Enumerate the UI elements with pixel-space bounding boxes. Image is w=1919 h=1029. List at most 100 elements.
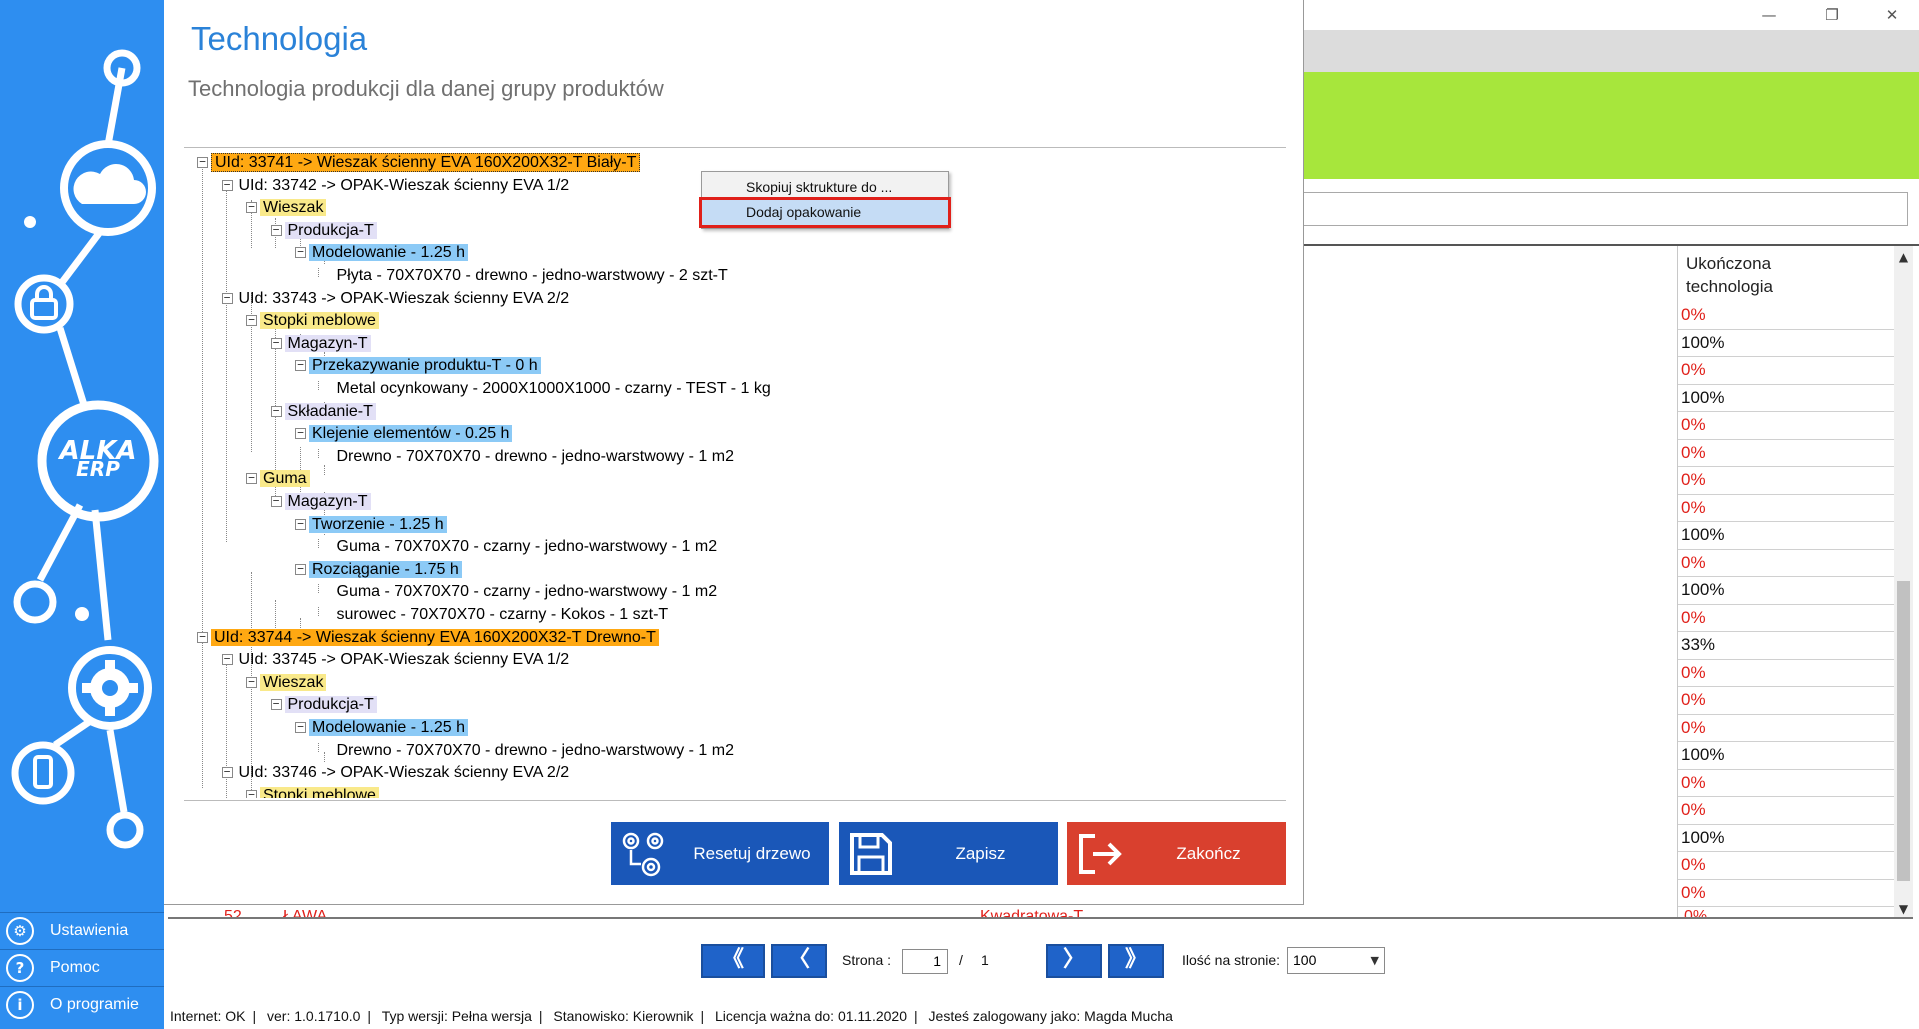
next-page-button[interactable]: 〉 [1046, 944, 1102, 978]
tree-node[interactable]: Składanie-T [284, 402, 376, 422]
collapse-icon[interactable]: − [295, 518, 306, 530]
tree-node[interactable]: Drewno - 70X70X70 - drewno - jedno-warst… [334, 741, 738, 761]
collapse-icon[interactable]: − [246, 789, 257, 798]
tree-node[interactable]: Modelowanie - 1.25 h [309, 243, 468, 263]
collapse-icon[interactable]: − [246, 676, 257, 688]
tree-node[interactable]: Stopki meblowe [260, 311, 379, 331]
table-row[interactable]: 0% [1678, 467, 1894, 495]
close-window-button[interactable]: ✕ [1869, 2, 1915, 28]
collapse-icon[interactable]: − [295, 246, 306, 259]
filter-input[interactable] [1300, 192, 1908, 226]
table-row[interactable]: 0% [1678, 302, 1894, 330]
table-row[interactable]: 0% [1678, 880, 1894, 907]
collapse-icon[interactable]: − [270, 405, 282, 417]
grid-scrollbar[interactable]: ▲ ▼ [1894, 246, 1913, 918]
table-row[interactable]: 0% [1678, 550, 1894, 577]
menu-item-copy-structure[interactable]: Skopiuj sktrukture do ... [702, 175, 948, 200]
scroll-down-icon[interactable]: ▼ [1894, 900, 1913, 918]
tree-node[interactable]: UId: 33745 -> OPAK-Wieszak ścienny EVA 1… [236, 650, 573, 670]
collapse-icon[interactable]: − [295, 427, 306, 440]
prev-page-button[interactable]: 〈 [771, 944, 827, 978]
tree-node[interactable]: Produkcja-T [284, 221, 377, 241]
close-dialog-button[interactable]: Zakończ [1067, 822, 1286, 885]
last-page-button[interactable]: 》 [1108, 944, 1164, 978]
tree-node[interactable]: Tworzenie - 1.25 h [309, 515, 447, 535]
tree-node[interactable]: Guma - 70X70X70 - czarny - jedno-warstwo… [334, 582, 721, 602]
table-row[interactable]: 0% [1678, 687, 1894, 715]
table-row[interactable]: 100% [1678, 522, 1894, 550]
collapse-icon[interactable]: − [221, 653, 233, 666]
phone-icon[interactable] [11, 741, 75, 805]
collapse-icon[interactable]: − [295, 359, 306, 372]
table-row[interactable]: 0% [1678, 357, 1894, 385]
tree-node[interactable]: Guma [260, 469, 310, 489]
tree-node[interactable]: Klejenie elementów - 0.25 h [309, 424, 513, 444]
collapse-icon[interactable]: − [270, 495, 282, 507]
collapse-icon[interactable]: − [197, 631, 208, 643]
technology-tree[interactable]: − UId: 33741 -> Wieszak ścienny EVA 160X2… [184, 152, 1286, 798]
per-page-select[interactable]: 100 ▼ [1287, 947, 1385, 974]
save-button[interactable]: Zapisz [839, 822, 1058, 885]
collapse-icon[interactable]: − [221, 179, 233, 191]
gear-icon[interactable] [68, 646, 152, 730]
tree-node[interactable]: Płyta - 70X70X70 - drewno - jedno-warstw… [334, 266, 731, 286]
collapse-icon[interactable]: − [270, 337, 282, 349]
scroll-up-icon[interactable]: ▲ [1894, 248, 1913, 266]
table-row[interactable]: 0% [1678, 660, 1894, 687]
table-row[interactable]: 100% [1678, 330, 1894, 357]
table-row[interactable]: 0% [1678, 495, 1894, 522]
tree-node[interactable]: Drewno - 70X70X70 - drewno - jedno-warst… [334, 447, 738, 467]
collapse-icon[interactable]: − [246, 201, 257, 214]
tree-node[interactable]: Produkcja-T [284, 695, 377, 715]
tree-node[interactable]: UId: 33744 -> Wieszak ścienny EVA 160X20… [211, 628, 659, 648]
page-input[interactable]: 1 [902, 949, 948, 974]
tree-node[interactable]: Wieszak [260, 198, 327, 218]
first-page-button[interactable]: 《 [701, 944, 765, 978]
tree-node[interactable]: Przekazywanie produktu-T - 0 h [309, 356, 541, 376]
reset-tree-button[interactable]: Resetuj drzewo [611, 822, 829, 885]
table-row[interactable]: 100% [1678, 385, 1894, 412]
menu-item-add-packaging[interactable]: Dodaj opakowanie [699, 197, 951, 228]
tree-node[interactable]: UId: 33743 -> OPAK-Wieszak ścienny EVA 2… [236, 289, 573, 309]
lock-icon[interactable] [14, 274, 74, 334]
tree-node[interactable]: surowec - 70X70X70 - czarny - Kokos - 1 … [334, 605, 672, 625]
table-row[interactable]: 0% [1678, 412, 1894, 440]
sidebar-item-settings[interactable]: ⚙ Ustawienia [0, 912, 164, 949]
table-row[interactable]: 0% [1678, 852, 1894, 880]
tree-node[interactable]: Modelowanie - 1.25 h [309, 718, 468, 738]
scroll-thumb[interactable] [1897, 581, 1910, 881]
tree-node[interactable]: Stopki meblowe [260, 786, 379, 798]
collapse-icon[interactable]: − [197, 156, 208, 168]
collapse-icon[interactable]: − [295, 721, 306, 733]
table-row[interactable]: 0% [1678, 440, 1894, 467]
collapse-icon[interactable]: − [221, 292, 233, 304]
tree-node[interactable]: UId: 33741 -> Wieszak ścienny EVA 160X20… [211, 153, 641, 173]
table-row[interactable]: 100% [1678, 742, 1894, 770]
collapse-icon[interactable]: − [270, 698, 282, 711]
tree-node[interactable]: Wieszak [260, 673, 327, 693]
collapse-icon[interactable]: − [221, 766, 233, 779]
collapse-icon[interactable]: − [295, 563, 306, 575]
table-row[interactable]: 33% [1678, 632, 1894, 660]
tree-node[interactable]: UId: 33742 -> OPAK-Wieszak ścienny EVA 1… [236, 176, 573, 196]
table-row[interactable]: 0% [1678, 605, 1894, 632]
tree-node[interactable]: Guma - 70X70X70 - czarny - jedno-warstwo… [334, 537, 721, 557]
cloud-icon[interactable] [60, 140, 156, 236]
tree-node[interactable]: UId: 33746 -> OPAK-Wieszak ścienny EVA 2… [236, 763, 573, 783]
table-row[interactable]: 100% [1678, 825, 1894, 852]
column-header-completed[interactable]: Ukończona technologia [1686, 252, 1886, 298]
maximize-button[interactable]: ❐ [1809, 2, 1855, 28]
collapse-icon[interactable]: − [270, 224, 282, 236]
table-row[interactable]: 0% [1678, 715, 1894, 742]
minimize-button[interactable]: — [1746, 2, 1792, 28]
sidebar-item-help[interactable]: ? Pomoc [0, 949, 164, 986]
tree-node[interactable]: Magazyn-T [284, 334, 371, 354]
tree-node[interactable]: Magazyn-T [284, 492, 371, 512]
collapse-icon[interactable]: − [246, 314, 257, 327]
table-row[interactable]: 0% [1678, 770, 1894, 797]
sidebar-item-about[interactable]: i O programie [0, 986, 164, 1023]
table-row[interactable]: 100% [1678, 577, 1894, 605]
collapse-icon[interactable]: − [246, 472, 257, 485]
tree-node[interactable]: Metal ocynkowany - 2000X1000X1000 - czar… [334, 379, 774, 399]
tree-node[interactable]: Rozciąganie - 1.75 h [309, 560, 462, 580]
